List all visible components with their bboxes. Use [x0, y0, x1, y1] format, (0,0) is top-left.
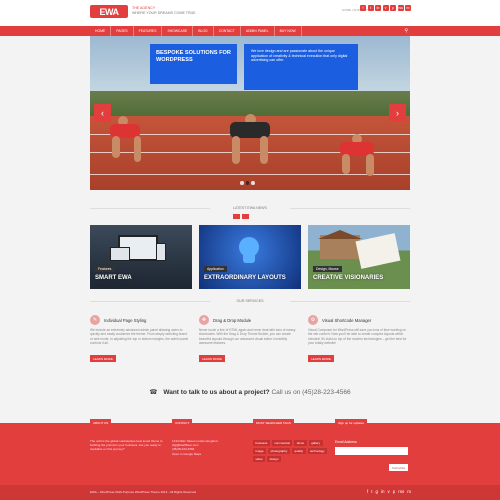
page-styling-icon: ✎ [90, 315, 100, 325]
hero-slider: BESPOKE SOLUTIONS FOR WORDPRESS We love … [90, 36, 410, 190]
news-card[interactable]: Application EXTRAORDINARY LAYOUTS [199, 225, 301, 289]
tag[interactable]: gallery [308, 440, 323, 446]
slider-dot[interactable] [251, 181, 255, 185]
footer-bar [0, 485, 500, 500]
learn-more-button[interactable]: LEARN MORE [199, 355, 225, 362]
google-maps-link[interactable]: Open in Google Maps [172, 452, 247, 456]
search-icon[interactable]: ⚲ [404, 28, 408, 34]
pinterest-icon[interactable]: p [390, 5, 396, 11]
header-socials: f t in v p rss m [360, 5, 411, 11]
footer-about-text: The ooltl is the global marketplace best… [90, 439, 163, 452]
learn-more-button[interactable]: LEARN MORE [90, 355, 116, 362]
news-card[interactable]: Features SMART EWA [90, 225, 192, 289]
news-card-tag[interactable]: Design, Mouse [313, 266, 342, 272]
nav-item-features[interactable]: FEATURES [134, 26, 163, 36]
facebook-icon[interactable]: f [367, 489, 368, 494]
header: EWA THE AGENCY WHERE YOUR DREAMS COME TR… [0, 0, 500, 26]
footer-tab-signup: Sign up for updates [335, 419, 368, 426]
twitter-icon[interactable]: t [367, 5, 374, 11]
nav-item-blog[interactable]: BLOG [193, 26, 214, 36]
cta-question: Want to talk to us about a project? [163, 389, 270, 396]
nav-item-showcase[interactable]: SHOWCASE [162, 26, 194, 36]
news-next-button[interactable] [242, 214, 249, 219]
service-title: Individual Page Styling [104, 318, 147, 323]
learn-more-button[interactable]: LEARN MORE [308, 355, 334, 362]
news-prev-button[interactable] [233, 214, 240, 219]
slider-dots [240, 181, 255, 185]
service-text: Visual Composer for WordPress will save … [308, 328, 407, 346]
nav-items: HOME PAGES FEATURES SHOWCASE BLOG CONTAC… [90, 26, 302, 36]
slider-dot[interactable] [240, 181, 244, 185]
pinterest-icon[interactable]: p [393, 489, 396, 494]
rss-icon[interactable]: rss [398, 489, 404, 494]
news-card-title[interactable]: SMART EWA [95, 275, 132, 281]
logo[interactable]: EWA [90, 5, 128, 18]
footer-socials: f t g in v p rss m [367, 489, 411, 494]
news-card[interactable]: Design, Mouse CREATIVE VISIONARIES [308, 225, 410, 289]
vimeo-icon[interactable]: v [387, 489, 389, 494]
main-nav: HOME PAGES FEATURES SHOWCASE BLOG CONTAC… [0, 26, 500, 36]
service-text: We include an extremely advanced admin p… [90, 328, 189, 346]
rss-icon[interactable]: rss [397, 5, 404, 11]
news-pager [233, 214, 249, 219]
footer-contact: 1234 Main Street London England (bg@bsaf… [172, 439, 247, 456]
phone-icon: ☎ [149, 389, 158, 396]
subscribe-button[interactable]: Subscribe [389, 464, 409, 471]
tag[interactable]: video [253, 456, 266, 462]
slide-text: We love design and are passionate about … [244, 44, 358, 90]
nav-item-buy-now[interactable]: BUY NOW [275, 26, 302, 36]
linkedin-icon[interactable]: in [375, 5, 381, 11]
tag-cloud: business commercial demo gallery image p… [253, 440, 329, 462]
tag[interactable]: photography [268, 448, 290, 454]
footer-tab-contact: CONTACT [172, 419, 193, 426]
page: EWA THE AGENCY WHERE YOUR DREAMS COME TR… [0, 0, 500, 500]
tagline-line-2: WHERE YOUR DREAMS COME TRUE [132, 11, 196, 15]
slider-prev-button[interactable]: ‹ [94, 104, 111, 121]
news-card-title[interactable]: EXTRAORDINARY LAYOUTS [204, 275, 286, 281]
tag[interactable]: technology [307, 448, 328, 454]
cta-phone[interactable]: Call us on (45)28-223-4566 [271, 389, 350, 396]
facebook-icon[interactable]: f [360, 5, 366, 11]
footer-tab-about: ABOUT US [90, 419, 112, 426]
nav-item-home[interactable]: HOME [90, 26, 112, 36]
services-section-title: OUR SERVICES [90, 299, 410, 303]
service-text: Never touch a line of HTML again and nev… [199, 328, 296, 346]
tag[interactable]: design [267, 456, 282, 462]
service-title: Drag & Drop Module [213, 318, 252, 323]
tag[interactable]: business [253, 440, 270, 446]
slider-next-button[interactable]: › [389, 104, 406, 121]
news-section-title: LATEST EWA NEWS [90, 206, 410, 210]
tag[interactable]: commercial [271, 440, 293, 446]
email-label: Email Address [335, 440, 357, 444]
service-title: Visual Shortcode Manager [322, 318, 372, 323]
tag[interactable]: quality [291, 448, 306, 454]
email-field[interactable] [335, 447, 408, 455]
slide-headline: BESPOKE SOLUTIONS FOR WORDPRESS [150, 44, 237, 84]
vimeo-icon[interactable]: v [382, 5, 389, 11]
tag[interactable]: demo [294, 440, 307, 446]
tag[interactable]: image [253, 448, 267, 454]
twitter-icon[interactable]: t [371, 489, 372, 494]
linkedin-icon[interactable]: in [381, 489, 385, 494]
news-card-tag[interactable]: Application [204, 266, 227, 272]
copyright: EWA – WordPress Multi-Purpose WordPress … [90, 490, 197, 494]
mail-icon[interactable]: m [405, 5, 411, 11]
news-card-title[interactable]: CREATIVE VISIONARIES [313, 275, 383, 281]
shortcode-icon: ⚙ [308, 315, 318, 325]
nav-item-admin-panel[interactable]: ADMIN PANEL [241, 26, 275, 36]
nav-item-contact[interactable]: CONTACT [214, 26, 241, 36]
news-card-tag[interactable]: Features [95, 266, 115, 272]
footer-tab-tags: MOST SEARCHED TAGS [253, 419, 294, 426]
mail-icon[interactable]: m [407, 489, 411, 494]
call-to-action: ☎ Want to talk to us about a project? Ca… [90, 388, 410, 400]
google-plus-icon[interactable]: g [375, 489, 378, 494]
slider-dot-active[interactable] [245, 181, 249, 185]
nav-item-pages[interactable]: PAGES [111, 26, 134, 36]
drag-drop-icon: ✥ [199, 315, 209, 325]
tagline: THE AGENCY WHERE YOUR DREAMS COME TRUE [132, 6, 196, 16]
